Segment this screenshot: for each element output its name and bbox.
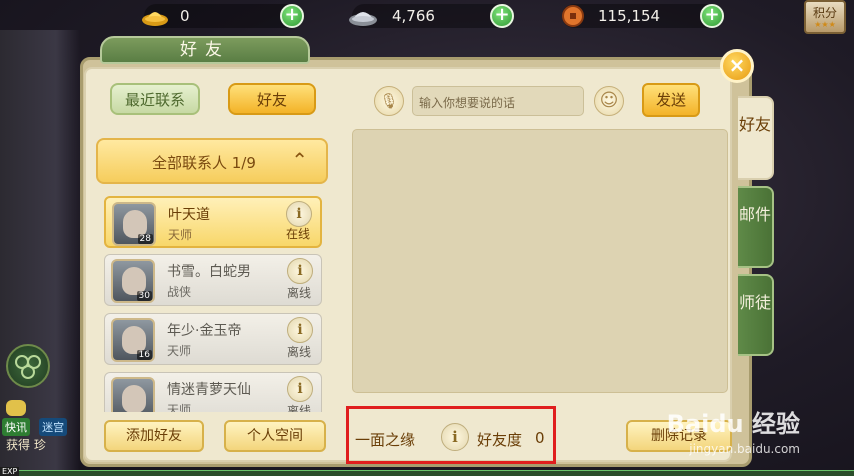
- contact-item[interactable]: 28 叶天道 天师 i 在线: [104, 196, 322, 248]
- emoji-button[interactable]: ☺: [594, 86, 624, 116]
- affinity-value: 0: [535, 429, 545, 447]
- watermark-brand: Baidu 经验: [666, 410, 800, 438]
- contact-class: 天师: [167, 344, 192, 358]
- group-header-label: 全部联系人 1/9: [152, 154, 256, 172]
- smiley-icon: ☺: [599, 90, 619, 111]
- contact-class: 天师: [167, 403, 192, 412]
- chevron-up-icon: ⌃: [291, 148, 308, 172]
- side-tab-mentor[interactable]: 师徒: [738, 274, 774, 356]
- currency-bar: 0 + 4,766 + 115,154 + 积分 ★★★: [0, 0, 854, 34]
- side-tab-friends[interactable]: 好友: [738, 96, 774, 180]
- avatar: 30: [111, 259, 155, 303]
- info-button[interactable]: i: [287, 317, 313, 343]
- message-area: [352, 129, 728, 393]
- contact-list-clip: 情迷青萝天仙 天师 i 离线: [100, 370, 326, 412]
- chat-line: 获得 珍: [6, 438, 46, 452]
- copper-coin-icon: [558, 1, 588, 31]
- close-button[interactable]: ×: [720, 49, 754, 83]
- add-copper-button[interactable]: +: [700, 4, 724, 28]
- avatar: [111, 377, 155, 412]
- gold-value: 0: [180, 7, 190, 25]
- chat-strip[interactable]: 快讯 迷宫 获得 珍: [0, 398, 90, 470]
- affinity-info-button[interactable]: i: [441, 423, 469, 451]
- contact-name: 年少·金玉帝: [167, 323, 242, 339]
- contact-name: 情迷青萝天仙: [167, 382, 251, 398]
- contact-name: 书雪。白蛇男: [167, 264, 251, 280]
- avatar-level: 30: [136, 291, 152, 301]
- affinity-highlight: 一面之缘 i 好友度 0: [346, 406, 556, 464]
- message-input[interactable]: 输入你想要说的话: [412, 86, 584, 116]
- tab-recent-contacts[interactable]: 最近联系: [110, 83, 200, 115]
- avatar-level: 28: [137, 234, 153, 244]
- contact-status: 离线: [286, 345, 311, 359]
- info-button[interactable]: i: [287, 376, 313, 402]
- contact-status: 离线: [286, 286, 311, 300]
- contact-item[interactable]: 情迷青萝天仙 天师 i 离线: [104, 372, 322, 412]
- chat-tag-maze[interactable]: 迷宫: [39, 418, 68, 436]
- copper-currency: 115,154 +: [562, 4, 724, 28]
- gold-ingot-icon: [140, 1, 170, 31]
- affinity-label: 好友度: [477, 431, 523, 449]
- tab-friends[interactable]: 好友: [228, 83, 316, 115]
- chat-tag-news[interactable]: 快讯: [2, 418, 30, 436]
- avatar: 16: [111, 318, 155, 362]
- stars-icon: ★★★: [814, 20, 836, 29]
- add-friend-button[interactable]: 添加好友: [104, 420, 204, 452]
- points-button[interactable]: 积分 ★★★: [804, 0, 846, 34]
- silver-value: 4,766: [392, 7, 435, 25]
- watermark-url: jingyan.baidu.com: [689, 442, 800, 456]
- silver-ingot-icon: [348, 1, 378, 31]
- gold-currency: 0 +: [142, 4, 304, 28]
- copper-value: 115,154: [598, 7, 661, 25]
- avatar-level: 16: [136, 350, 152, 360]
- contact-class: 天师: [168, 228, 193, 242]
- contact-item[interactable]: 30 书雪。白蛇男 战侠 i 离线: [104, 254, 322, 306]
- send-button[interactable]: 发送: [642, 83, 700, 117]
- voice-button[interactable]: 🎙: [374, 86, 404, 116]
- contact-name: 叶天道: [168, 207, 210, 223]
- exp-bar: [0, 470, 854, 476]
- add-gold-button[interactable]: +: [280, 4, 304, 28]
- info-button[interactable]: i: [287, 258, 313, 284]
- personal-space-button[interactable]: 个人空间: [224, 420, 326, 452]
- skill-button[interactable]: [6, 344, 50, 388]
- chat-icon: [6, 400, 26, 416]
- side-tab-mail[interactable]: 邮件: [738, 186, 774, 268]
- rune-icon: [15, 355, 41, 379]
- contact-item[interactable]: 16 年少·金玉帝 天师 i 离线: [104, 313, 322, 365]
- silver-currency: 4,766 +: [349, 4, 514, 28]
- add-silver-button[interactable]: +: [490, 4, 514, 28]
- panel-title: 好友: [100, 36, 310, 64]
- points-label: 积分: [812, 6, 837, 20]
- microphone-icon: 🎙: [379, 92, 399, 110]
- contact-class: 战侠: [167, 285, 192, 299]
- affinity-relation: 一面之缘: [355, 431, 416, 449]
- info-button[interactable]: i: [286, 201, 312, 227]
- contact-status: 在线: [285, 227, 310, 241]
- avatar: 28: [112, 202, 156, 246]
- contacts-group-header[interactable]: 全部联系人 1/9 ⌃: [96, 138, 328, 184]
- exp-label: EXP: [0, 467, 20, 476]
- close-icon: ×: [728, 53, 746, 77]
- contact-status: 离线: [286, 404, 311, 412]
